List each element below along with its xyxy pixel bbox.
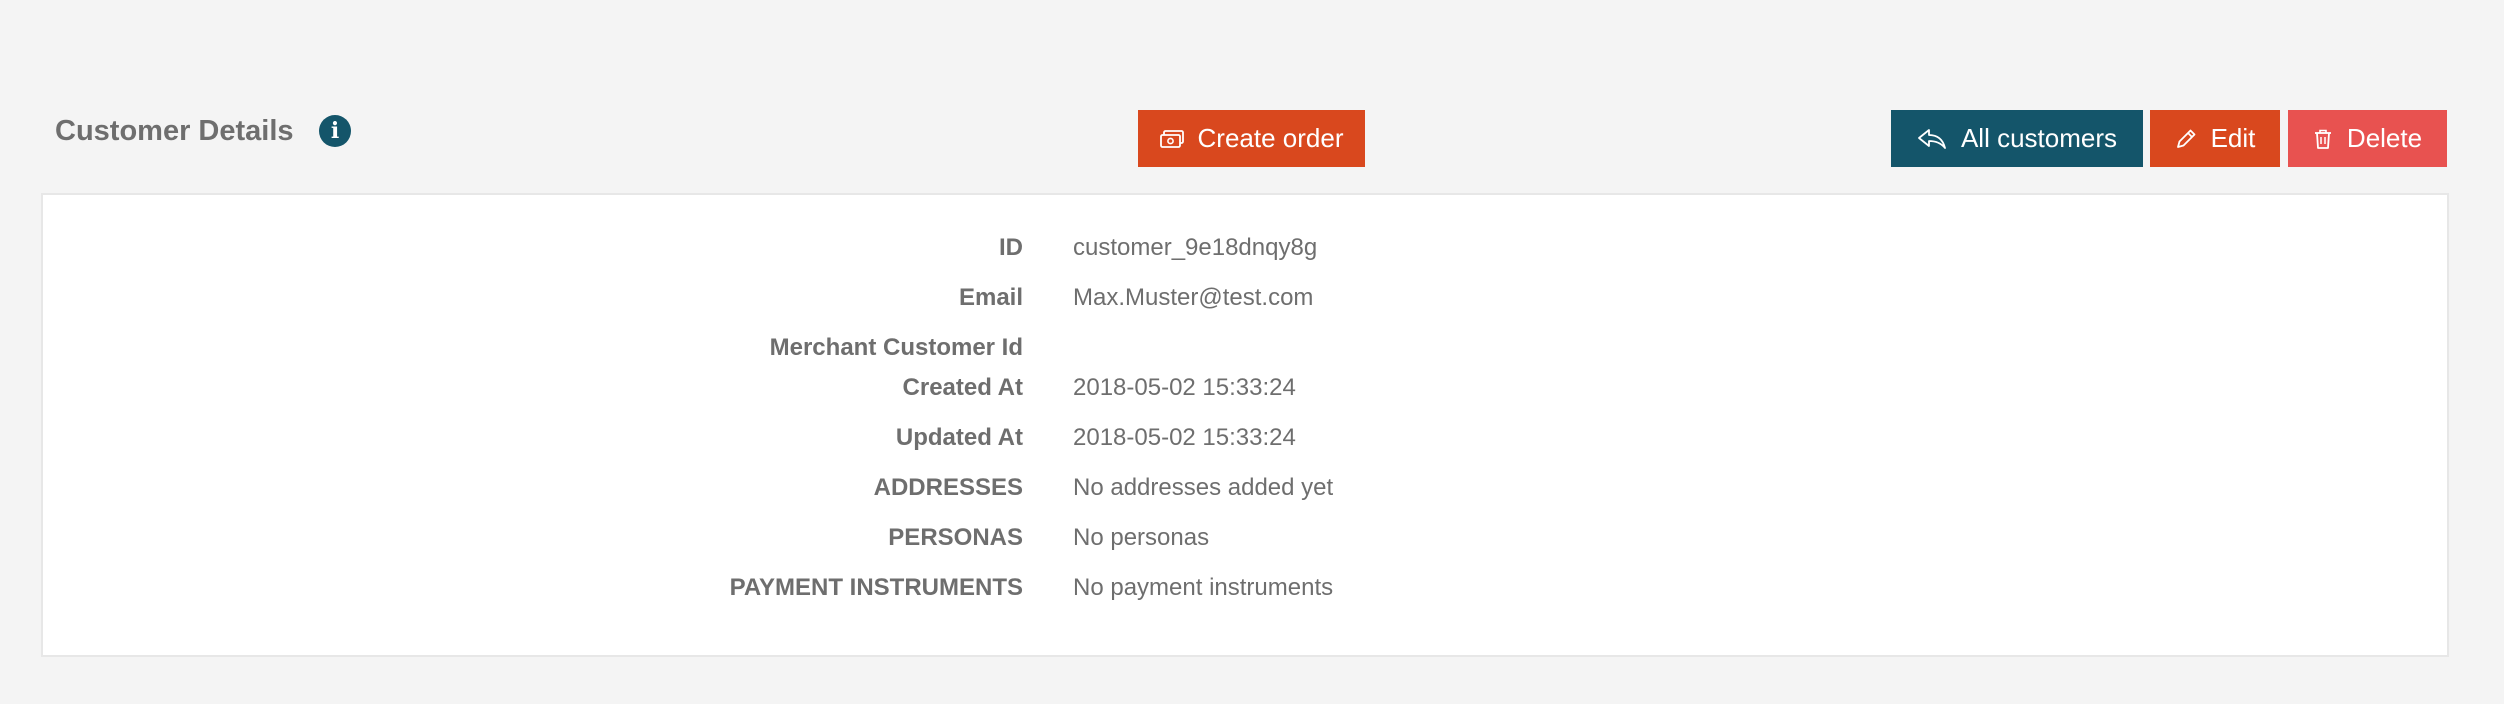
page-title: Customer Details	[55, 115, 294, 147]
detail-label: ADDRESSES	[873, 474, 1023, 501]
edit-label: Edit	[2210, 123, 2256, 153]
detail-label: ID	[999, 234, 1023, 261]
pencil-icon	[2175, 128, 2197, 150]
detail-value: No payment instruments	[1073, 574, 1334, 601]
detail-label: PAYMENT INSTRUMENTS	[729, 574, 1023, 601]
create-order-button[interactable]: Create order	[1138, 110, 1365, 167]
detail-value: No addresses added yet	[1073, 474, 1334, 501]
delete-button[interactable]: Delete	[2288, 110, 2447, 167]
all-customers-label: All customers	[1960, 123, 2118, 153]
detail-label: Email	[958, 284, 1023, 311]
customer-details-panel: ID customer_9e18dnqy8g Email Max.Muster@…	[41, 193, 2449, 657]
detail-value: 2018-05-02 15:33:24	[1073, 424, 1296, 451]
detail-row-merchant-customer-id: Merchant Customer Id	[43, 328, 2447, 368]
detail-value: customer_9e18dnqy8g	[1073, 234, 1318, 261]
detail-row-payment-instruments: PAYMENT INSTRUMENTS No payment instrumen…	[43, 568, 2447, 608]
trash-icon	[2313, 128, 2333, 150]
money-icon	[1159, 129, 1184, 148]
info-icon[interactable]: i	[319, 115, 351, 147]
detail-value: Max.Muster@test.com	[1073, 284, 1314, 311]
detail-label: Updated At	[895, 424, 1023, 451]
detail-row-addresses: ADDRESSES No addresses added yet	[43, 468, 2447, 508]
detail-label: Merchant Customer Id	[769, 334, 1023, 361]
reply-arrow-icon	[1917, 128, 1947, 150]
detail-row-created-at: Created At 2018-05-02 15:33:24	[43, 368, 2447, 408]
detail-row-personas: PERSONAS No personas	[43, 518, 2447, 558]
all-customers-button[interactable]: All customers	[1891, 110, 2143, 167]
detail-row-email: Email Max.Muster@test.com	[43, 278, 2447, 318]
detail-row-updated-at: Updated At 2018-05-02 15:33:24	[43, 418, 2447, 458]
detail-label: Created At	[902, 374, 1023, 401]
detail-value: 2018-05-02 15:33:24	[1073, 374, 1296, 401]
detail-value: No personas	[1073, 524, 1210, 551]
create-order-label: Create order	[1197, 123, 1344, 153]
edit-button[interactable]: Edit	[2150, 110, 2280, 167]
detail-row-id: ID customer_9e18dnqy8g	[43, 228, 2447, 268]
delete-label: Delete	[2346, 123, 2423, 153]
page-header: Customer Details i Create order All cust…	[0, 0, 2504, 190]
detail-label: PERSONAS	[888, 524, 1023, 551]
